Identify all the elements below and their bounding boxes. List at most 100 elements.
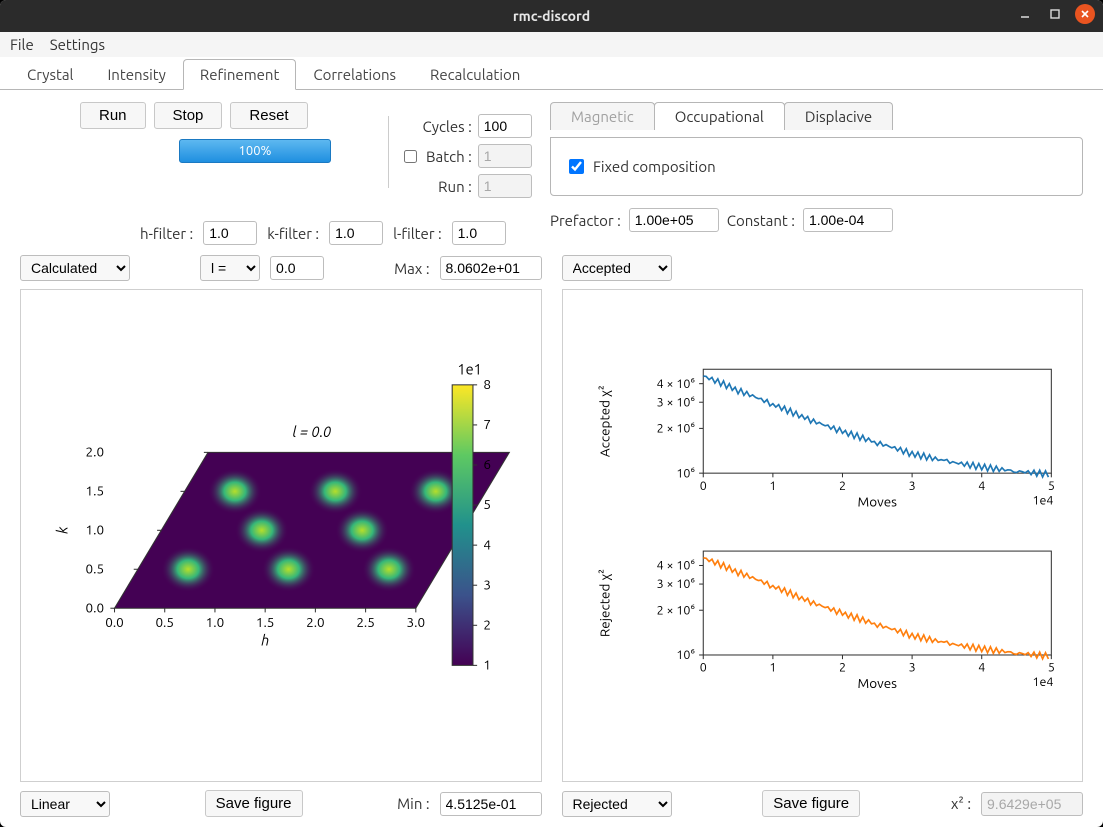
constant-input[interactable] [803,208,893,232]
svg-text:1e1: 1e1 [457,360,481,377]
svg-text:8: 8 [483,376,491,392]
svg-text:0: 0 [699,661,706,675]
subtabs: Magnetic Occupational Displacive [550,102,1083,130]
minimize-button[interactable] [1015,4,1035,24]
kfilter-input[interactable] [329,221,383,245]
kfilter-label: k-filter : [267,225,319,242]
right-bottom-combo[interactable]: Rejected [562,791,672,817]
svg-text:2: 2 [838,661,845,675]
svg-text:3.0: 3.0 [407,614,426,630]
svg-text:0.0: 0.0 [86,599,105,615]
svg-text:2.0: 2.0 [86,444,105,460]
svg-text:4 × 10⁶: 4 × 10⁶ [656,559,694,573]
tabbar: Crystal Intensity Refinement Correlation… [0,58,1103,90]
svg-text:1: 1 [769,661,776,675]
subtab-magnetic[interactable]: Magnetic [550,102,655,130]
svg-text:Rejected χ²: Rejected χ² [596,569,612,637]
svg-text:4: 4 [978,661,985,675]
titlebar: rmc-discord [0,0,1103,32]
tab-crystal[interactable]: Crystal [10,59,90,90]
window-title: rmc-discord [513,8,590,24]
heatmap-plot: l = 0.01e1 0.00.51.01.52.02.53.0h0.00.51… [20,289,542,782]
svg-text:2.5: 2.5 [356,614,375,630]
subtab-panel: Fixed composition [550,137,1083,196]
svg-text:1.0: 1.0 [86,521,105,537]
svg-text:4: 4 [978,479,985,493]
svg-text:1: 1 [769,479,776,493]
app-window: rmc-discord File Settings Crystal Intens… [0,0,1103,827]
min-input[interactable] [440,792,542,816]
progress-bar: 100% [179,139,331,163]
close-button[interactable] [1075,4,1095,24]
run-label: Run : [438,178,472,195]
stop-button[interactable]: Stop [154,102,223,129]
tab-refinement[interactable]: Refinement [183,59,297,90]
run-button[interactable]: Run [80,102,146,129]
lfilter-label: l-filter : [393,225,442,242]
divider [388,116,389,188]
tab-intensity[interactable]: Intensity [90,59,182,90]
menu-file[interactable]: File [10,36,34,53]
cycles-input[interactable] [478,114,532,138]
svg-text:2 × 10⁶: 2 × 10⁶ [656,422,694,436]
svg-text:10⁶: 10⁶ [676,466,695,480]
menu-settings[interactable]: Settings [50,36,105,53]
svg-text:4: 4 [483,536,491,552]
svg-text:1.5: 1.5 [256,614,275,630]
svg-text:5: 5 [1047,479,1054,493]
batch-input [478,144,532,168]
left-mode-combo[interactable]: Calculated [20,255,130,281]
svg-text:10⁶: 10⁶ [676,648,695,662]
svg-text:0.0: 0.0 [105,614,124,630]
hfilter-input[interactable] [203,221,257,245]
svg-text:2: 2 [483,616,491,632]
subtab-occupational[interactable]: Occupational [654,102,785,130]
svg-text:0.5: 0.5 [155,614,174,630]
batch-checkbox[interactable] [404,150,417,163]
lfilter-input[interactable] [452,221,506,245]
lines-svg: 10⁶2 × 10⁶3 × 10⁶4 × 10⁶0123451e4MovesAc… [563,290,1083,781]
run-input [478,174,532,198]
svg-text:0.5: 0.5 [86,560,105,576]
chi2-output [981,792,1083,816]
cycles-label: Cycles : [423,118,472,135]
svg-text:3 × 10⁶: 3 × 10⁶ [656,395,694,409]
batch-label: Batch : [426,148,472,165]
svg-text:2: 2 [838,479,845,493]
svg-text:Moves: Moves [857,493,897,509]
slice-combo[interactable]: l = [200,255,260,281]
svg-text:5: 5 [1047,661,1054,675]
svg-text:0: 0 [699,479,706,493]
svg-text:3 × 10⁶: 3 × 10⁶ [656,577,694,591]
svg-text:1.5: 1.5 [86,482,105,498]
max-label: Max : [394,260,429,277]
svg-text:h: h [261,632,269,649]
fixed-composition-check[interactable]: Fixed composition [565,156,1068,177]
scale-combo[interactable]: Linear [20,791,110,817]
svg-text:1e4: 1e4 [1032,675,1053,689]
maximize-button[interactable] [1045,4,1065,24]
hfilter-label: h-filter : [140,225,193,242]
constant-label: Constant : [727,212,795,229]
svg-text:Moves: Moves [857,675,897,691]
svg-text:2.0: 2.0 [306,614,325,630]
tab-recalculation[interactable]: Recalculation [413,59,537,90]
reset-button[interactable]: Reset [230,102,307,129]
prefactor-input[interactable] [629,208,719,232]
chi2-plot: 10⁶2 × 10⁶3 × 10⁶4 × 10⁶0123451e4MovesAc… [562,289,1084,782]
prefactor-label: Prefactor : [550,212,621,229]
svg-text:7: 7 [483,416,491,432]
svg-text:1.0: 1.0 [206,614,225,630]
right-top-combo[interactable]: Accepted [562,255,672,281]
right-save-figure-button[interactable]: Save figure [762,790,860,817]
fixed-composition-checkbox[interactable] [569,159,584,174]
chi2-label: x² : [951,795,971,812]
svg-text:1e4: 1e4 [1032,493,1053,507]
max-input[interactable] [440,256,542,280]
subtab-displacive[interactable]: Displacive [784,102,893,130]
svg-text:4 × 10⁶: 4 × 10⁶ [656,377,694,391]
svg-text:Accepted χ²: Accepted χ² [596,385,612,457]
slice-value-input[interactable] [270,256,324,280]
left-save-figure-button[interactable]: Save figure [205,790,303,817]
tab-correlations[interactable]: Correlations [296,59,413,90]
